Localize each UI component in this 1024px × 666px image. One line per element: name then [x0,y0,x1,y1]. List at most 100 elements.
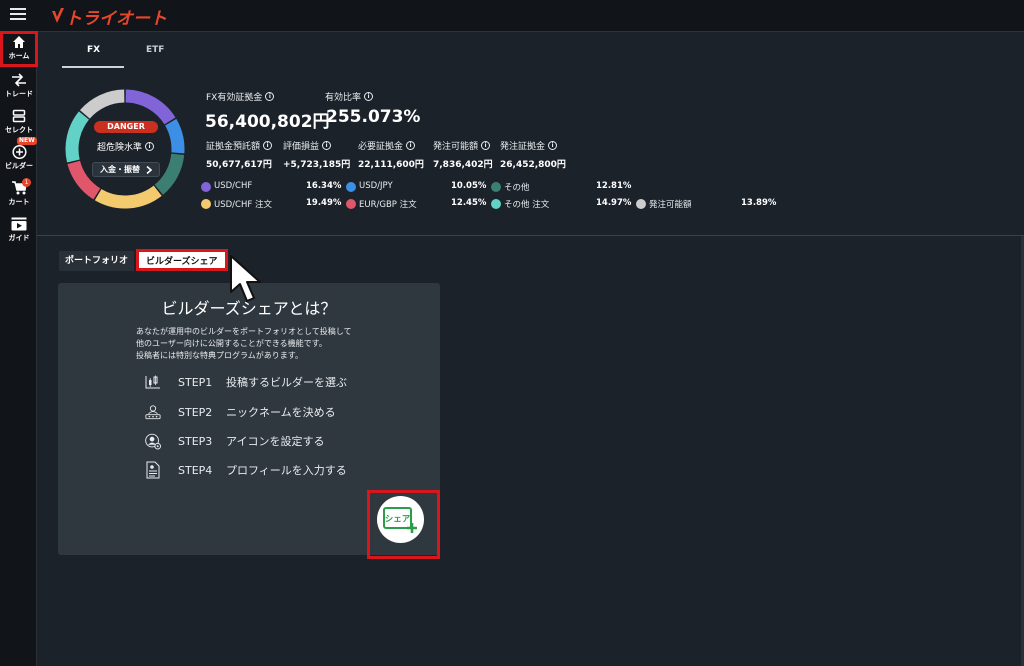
legend-name: USD/JPY [359,181,393,191]
pl-value: +5,723,185円 [283,160,351,170]
step-text: 投稿するビルダーを選ぶ [226,376,347,389]
hamburger-menu-icon[interactable] [10,8,26,22]
required-margin-label-text: 必要証拠金 [358,142,404,152]
tab-portfolio[interactable]: ポートフォリオ [59,251,135,271]
step-number: STEP3 [178,434,213,448]
legend-color-dot [636,199,646,209]
legend-name: EUR/GBP 注文 [359,200,417,210]
step-text: ニックネームを決める [226,406,336,419]
sidebar-item-select[interactable]: セレクト [1,106,37,140]
order-margin-label-text: 発注証拠金 [500,142,546,152]
deposit-amount-label: 証拠金預託額 i [206,139,273,152]
info-icon[interactable]: i [481,141,491,150]
info-icon[interactable]: i [322,141,332,150]
info-icon[interactable]: i [265,92,275,101]
step-4: STEP4 プロフィールを入力する [145,460,347,480]
legend-name: 発注可能額 [649,200,692,210]
card-description-line: あなたが運用中のビルダーをポートフォリオとして投稿して [136,327,352,336]
cart-count-badge: 1 [22,178,31,187]
risk-level-label: 超危険水準 [97,143,143,153]
donut-segment [125,89,176,125]
tab-fx[interactable]: FX [87,45,100,55]
nickname-icon [145,403,161,421]
order-margin-label: 発注証拠金 i [500,139,558,152]
home-icon [13,36,25,48]
legend-percent: 12.45% [451,198,487,208]
chart-select-icon [145,373,161,391]
info-icon[interactable]: i [406,141,416,150]
risk-level: 超危険水準 i [97,140,155,153]
sidebar-item-label: セレクト [5,126,33,134]
legend-color-dot [346,182,356,192]
step-1: STEP1 投稿するビルダーを選ぶ [145,372,347,392]
sidebar-item-cart[interactable]: 1 カート [1,178,37,212]
sidebar-item-home[interactable]: ホーム [0,31,38,67]
card-description-line: 他のユーザー向けに公開することができる機能です。 [136,339,327,348]
new-badge: NEW [17,137,37,145]
orderable-amount-label-text: 発注可能額 [433,142,479,152]
active-tab-indicator [62,66,124,68]
info-icon[interactable]: i [364,92,374,101]
step-3: STEP3 アイコンを設定する [145,431,324,451]
sidebar: ホーム トレード セレクト NEW ビルダー 1 カート ガイド [0,31,38,666]
orderable-amount-label: 発注可能額 i [433,139,491,152]
sidebar-item-label: ビルダー [5,162,33,170]
logo-text: トライオート [65,8,167,29]
tab-etf[interactable]: ETF [146,45,164,55]
info-icon[interactable]: i [263,141,273,150]
card-description-line: 投稿者には特別な特典プログラムがあります。 [136,351,303,360]
deposit-transfer-button[interactable]: 入金・振替 [92,162,160,177]
legend-percent: 16.34% [306,181,342,191]
legend-percent: 12.81% [596,181,632,191]
legend-percent: 10.05% [451,181,487,191]
deposit-transfer-label: 入金・振替 [100,165,140,174]
info-icon[interactable]: i [548,141,558,150]
profile-document-icon [145,461,161,479]
step-text: プロフィールを入力する [226,464,347,477]
step-number: STEP4 [178,463,213,477]
share-button[interactable]: シェア [377,496,424,543]
step-2: STEP2 ニックネームを決める [145,402,336,422]
share-button-label: シェア [384,514,410,524]
legend-percent: 14.97% [596,198,632,208]
card-title: ビルダーズシェアとは？ [161,299,337,318]
step-number: STEP1 [178,375,213,389]
ratio-value: 255.073% [326,107,421,127]
legend-color-dot [201,182,211,192]
tab-builders-share[interactable]: ビルダーズシェア [136,249,228,271]
deposit-amount-value: 50,677,617円 [206,160,272,170]
logo[interactable]: トライオート [52,5,167,29]
legend-color-dot [346,199,356,209]
logo-mark-icon [52,8,64,23]
order-margin-value: 26,452,800円 [500,160,566,170]
section-divider [37,235,1024,236]
avatar-settings-icon [145,432,161,450]
legend-name: USD/CHF 注文 [214,200,272,210]
legend-color-dot [201,199,211,209]
legend-name: その他 [504,183,530,193]
chevron-right-icon [146,165,152,174]
legend-percent: 19.49% [306,198,342,208]
info-icon[interactable]: i [145,142,155,151]
sidebar-item-label: ガイド [8,234,30,242]
pl-label: 評価損益 i [283,139,332,152]
ratio-label: 有効比率 i [325,90,374,103]
legend-name: USD/CHF [214,181,253,191]
top-bar: トライオート [0,0,1024,32]
required-margin-value: 22,111,600円 [358,160,424,170]
pl-label-text: 評価損益 [283,142,320,152]
sidebar-item-trade[interactable]: トレード [1,70,37,104]
fx-margin-value: 56,400,802円 [205,112,330,132]
legend-percent: 13.89% [741,198,777,208]
guide-play-icon [11,217,27,231]
legend-name: その他 注文 [504,200,550,210]
donut-segment [94,185,162,209]
fx-margin-label: FX有効証拠金 i [206,90,275,103]
sidebar-item-label: カート [8,198,30,206]
sidebar-item-builder[interactable]: NEW ビルダー [1,137,37,176]
orderable-amount-value: 7,836,402円 [433,160,493,170]
sidebar-item-guide[interactable]: ガイド [1,214,37,248]
deposit-amount-label-text: 証拠金預託額 [206,142,261,152]
danger-badge: DANGER [94,121,158,133]
donut-segment [154,153,185,195]
